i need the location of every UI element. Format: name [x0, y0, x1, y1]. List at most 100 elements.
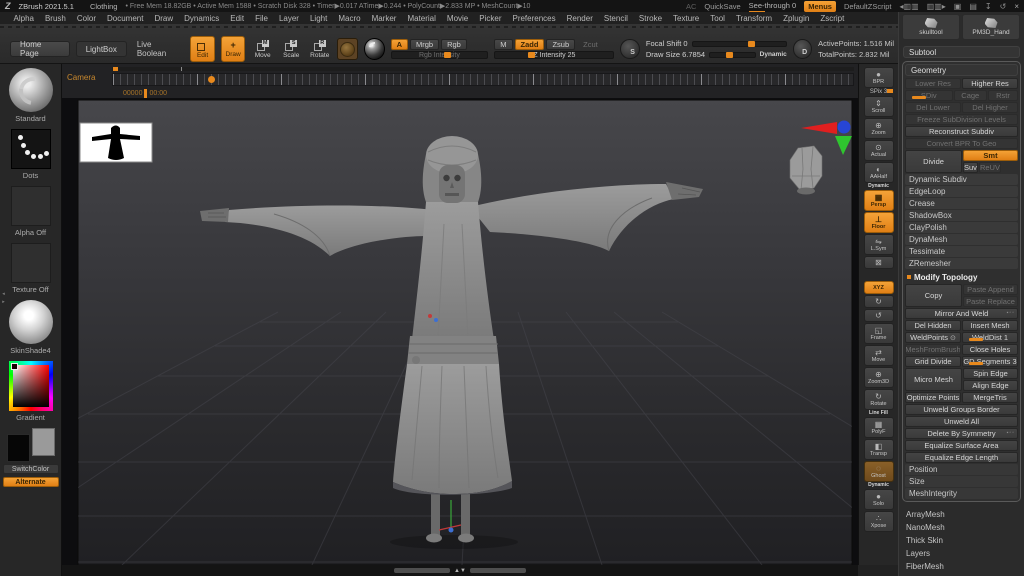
menu-item[interactable]: Marker: [366, 12, 402, 24]
ghost-button[interactable]: ◌Ghost: [864, 461, 894, 482]
aahalf-button[interactable]: ◐AAHalf: [864, 162, 894, 183]
m-toggle[interactable]: M: [494, 39, 512, 50]
persp-button[interactable]: ▦Persp: [864, 190, 894, 211]
zsub-button[interactable]: Zsub: [546, 39, 575, 50]
divider-left-icon[interactable]: ◂▥▥: [900, 2, 919, 11]
tool-thumbnail[interactable]: PM3D_Hand: [962, 14, 1020, 40]
zoom3d-button[interactable]: ⊕Zoom3D: [864, 367, 894, 388]
rotate-button[interactable]: R Rotate: [308, 36, 331, 62]
xyz-constraint-button[interactable]: XYZ: [864, 281, 894, 294]
menu-item[interactable]: Movie: [441, 12, 473, 24]
xpose-button[interactable]: ∴Xpose: [864, 511, 894, 532]
tray-toggle[interactable]: ◂▸: [0, 283, 7, 313]
position-subsection[interactable]: Position: [905, 464, 1018, 475]
merge-tris-button[interactable]: MergeTris: [962, 392, 1018, 403]
brush-preview[interactable]: [337, 38, 358, 60]
optimize-points-button[interactable]: Optimize Points: [905, 392, 961, 403]
grid-divide-button[interactable]: Grid Divide: [905, 356, 961, 367]
color-swatches[interactable]: [7, 428, 55, 464]
subsection-header[interactable]: DynaMesh: [905, 234, 1018, 245]
edit-button[interactable]: Edit: [190, 36, 215, 62]
menu-item[interactable]: Macro: [333, 12, 366, 24]
divide-button[interactable]: Divide: [905, 150, 962, 173]
layout-icon[interactable]: ▣: [954, 2, 962, 11]
palette-section-header[interactable]: FiberMesh: [906, 560, 1017, 573]
suv-toggle[interactable]: Suv: [963, 162, 978, 173]
a-toggle[interactable]: A: [391, 39, 408, 50]
rgb-intensity-slider[interactable]: Rgb Intensity: [391, 51, 489, 59]
solo-button[interactable]: ●Solo: [864, 489, 894, 510]
menu-item[interactable]: Draw: [149, 12, 179, 24]
menu-item[interactable]: Texture: [668, 12, 705, 24]
secondary-color-swatch[interactable]: [32, 428, 55, 456]
micro-mesh-button[interactable]: Micro Mesh: [905, 368, 962, 391]
delete-by-symmetry-button[interactable]: Delete By Symmetry▪▫▫: [905, 428, 1018, 439]
menu-item[interactable]: Tool: [705, 12, 731, 24]
palette-section-header[interactable]: NanoMesh: [906, 521, 1017, 534]
floor-button[interactable]: ⊥Floor: [864, 212, 894, 233]
timeline-scrub-bar[interactable]: [112, 67, 854, 71]
subsection-header[interactable]: Crease: [905, 198, 1018, 209]
mesh-from-brush-button[interactable]: MeshFromBrush: [905, 344, 961, 355]
timeline-cursor[interactable]: [144, 89, 147, 98]
timeline-track[interactable]: [112, 73, 854, 86]
menu-item[interactable]: Document: [102, 12, 149, 24]
current-brush-thumbnail[interactable]: [9, 68, 53, 112]
unweld-groups-border-button[interactable]: Unweld Groups Border: [905, 404, 1018, 415]
palette-section-header[interactable]: Layers: [906, 547, 1017, 560]
focal-shift-slider[interactable]: [692, 41, 787, 47]
scroll-button[interactable]: ⇕Scroll: [864, 96, 894, 117]
tray-handle-left[interactable]: [394, 568, 450, 573]
menu-item[interactable]: Color: [71, 12, 101, 24]
menu-item[interactable]: Zplugin: [778, 12, 815, 24]
geometry-section-header[interactable]: Geometry: [905, 64, 1018, 76]
z-intensity-slider[interactable]: Z Intensity 25: [494, 51, 614, 59]
subsection-header[interactable]: ShadowBox: [905, 210, 1018, 221]
del-lower-button[interactable]: Del Lower: [905, 102, 961, 113]
unweld-all-button[interactable]: Unweld All: [905, 416, 1018, 427]
menu-item[interactable]: Zscript: [815, 12, 850, 24]
spin-edge-button[interactable]: Spin Edge: [963, 368, 1018, 379]
mrgb-button[interactable]: Mrgb: [410, 39, 439, 50]
paste-replace-button[interactable]: Paste Replace: [963, 296, 1018, 307]
modify-topology-header[interactable]: Modify Topology: [905, 271, 1018, 283]
menu-item[interactable]: Material: [402, 12, 441, 24]
current-stroke-thumbnail[interactable]: [11, 129, 51, 169]
align-edge-button[interactable]: Align Edge: [963, 380, 1018, 391]
sdiv-slider[interactable]: SDiv: [905, 90, 953, 101]
menu-item[interactable]: Alpha: [8, 12, 39, 24]
weld-points-button[interactable]: WeldPoints⊙: [905, 332, 961, 343]
alternate-button[interactable]: Alternate: [3, 477, 59, 487]
current-texture-thumbnail[interactable]: [11, 243, 51, 283]
tray-arrows[interactable]: ▲▼: [454, 568, 466, 574]
palette-section-header[interactable]: Thick Skin: [906, 534, 1017, 547]
menus-button[interactable]: Menus: [804, 1, 836, 12]
move-button[interactable]: M Move: [251, 36, 274, 62]
subsection-header[interactable]: Tessimate: [905, 246, 1018, 257]
color-picker[interactable]: [9, 361, 53, 411]
weld-dist-slider[interactable]: WeldDist 1: [962, 332, 1018, 343]
copy-button[interactable]: Copy: [905, 284, 962, 307]
quicksave-button[interactable]: QuickSave: [704, 2, 740, 11]
draw-size-slider[interactable]: [709, 52, 756, 58]
minimize-icon[interactable]: ↧: [985, 2, 992, 11]
dynamic-toggle[interactable]: Dynamic: [760, 51, 787, 58]
menu-item[interactable]: Layer: [273, 12, 304, 24]
timeline-camera-label[interactable]: Camera: [67, 73, 95, 82]
lock-button[interactable]: ⊠: [864, 256, 894, 269]
freeze-subdivision-button[interactable]: Freeze SubDivision Levels: [905, 114, 1018, 125]
axis-modifier-icons[interactable]: ▪▫▫: [1007, 310, 1015, 316]
menu-item[interactable]: Render: [561, 12, 598, 24]
viewport-canvas[interactable]: Camera 00000 00:00: [62, 64, 858, 565]
insert-mesh-button[interactable]: Insert Mesh: [962, 320, 1018, 331]
paste-append-button[interactable]: Paste Append: [963, 284, 1018, 295]
mirror-and-weld-button[interactable]: Mirror And Weld▪▫▫: [905, 308, 1018, 319]
zadd-button[interactable]: Zadd: [515, 39, 545, 50]
main-color-swatch[interactable]: [7, 434, 30, 462]
scale-button[interactable]: S Scale: [280, 36, 303, 62]
lightbox-button[interactable]: LightBox: [76, 41, 127, 57]
menu-item[interactable]: Dynamics: [179, 12, 225, 24]
subsection-header[interactable]: EdgeLoop: [905, 186, 1018, 197]
rotate-view-button[interactable]: ↻Rotate: [864, 389, 894, 410]
gear-icon[interactable]: ⊙: [950, 334, 956, 342]
